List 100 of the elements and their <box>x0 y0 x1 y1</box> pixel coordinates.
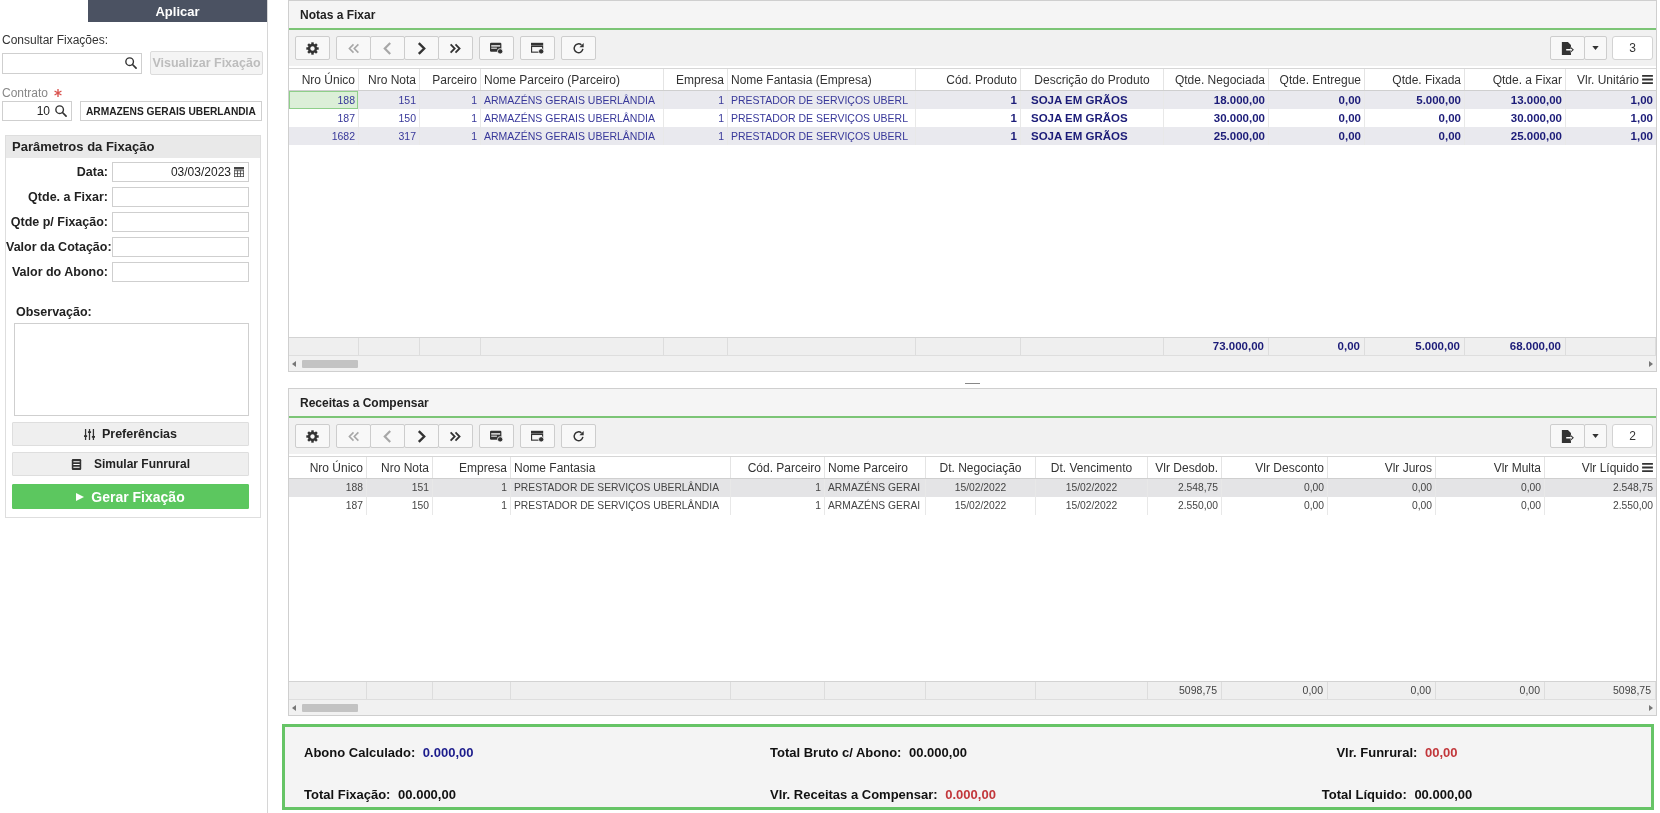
observation-field[interactable] <box>14 323 249 416</box>
toolbar-button[interactable] <box>520 424 555 448</box>
column-header[interactable]: Nro Único <box>289 69 359 90</box>
column-header[interactable]: Empresa <box>433 457 511 478</box>
calendar-icon[interactable] <box>234 167 244 177</box>
scroll-left-icon[interactable] <box>292 360 296 367</box>
table-cell: SOJA EM GRÃOS <box>1021 91 1164 109</box>
column-header[interactable]: Vlr Multa <box>1436 457 1545 478</box>
column-header[interactable]: Qtde. a Fixar <box>1465 69 1566 90</box>
table-cell: PRESTADOR DE SERVIÇOS UBERL <box>728 127 916 145</box>
scrollbar-thumb[interactable] <box>302 703 358 712</box>
preferences-button[interactable]: Preferências <box>12 422 249 446</box>
column-header[interactable]: Vlr. Unitário <box>1566 69 1656 90</box>
card-icon <box>490 41 503 55</box>
column-header[interactable]: Nome Parceiro <box>825 457 926 478</box>
input-field[interactable] <box>112 212 249 232</box>
next-page-button[interactable] <box>404 36 439 60</box>
column-header[interactable]: Qtde. Negociada <box>1164 69 1269 90</box>
column-header[interactable]: Qtde. Entregue <box>1269 69 1365 90</box>
search-icon[interactable] <box>125 57 137 69</box>
table-cell: ARMAZÉNS GERAIS UBERLÂNDIA <box>481 127 664 145</box>
column-header[interactable]: Vlr Desconto <box>1222 457 1328 478</box>
column-header[interactable]: Cód. Produto <box>916 69 1021 90</box>
refresh-button[interactable] <box>561 36 596 60</box>
input-field[interactable] <box>112 187 249 207</box>
column-header[interactable]: Nro Nota <box>359 69 420 90</box>
input-field[interactable] <box>112 262 249 282</box>
contract-name-field[interactable]: ARMAZENS GERAIS UBERLANDIA <box>80 101 262 121</box>
column-header[interactable]: Nro Nota <box>367 457 433 478</box>
dropdown-button[interactable] <box>1584 424 1607 448</box>
export-button[interactable] <box>1550 424 1585 448</box>
table-cell: PRESTADOR DE SERVIÇOS UBERLÂNDIA <box>511 497 731 515</box>
refresh-button[interactable] <box>561 424 596 448</box>
column-header[interactable]: Qtde. Fixada <box>1365 69 1465 90</box>
table-cell: 2.550,00 <box>1148 497 1222 515</box>
table-cell: 1 <box>420 127 481 145</box>
summary-label: Abono Calculado: <box>304 744 416 760</box>
column-header[interactable]: Nome Fantasia (Empresa) <box>728 69 916 90</box>
date-field[interactable]: 03/03/2023 <box>112 162 249 182</box>
summary-label: Vlr. Receitas a Compensar: <box>770 786 938 802</box>
field-label: Data: <box>75 165 108 179</box>
table-cell: 0,00 <box>1222 479 1328 497</box>
column-header[interactable]: Nro Único <box>289 457 367 478</box>
dropdown-button[interactable] <box>1584 36 1607 60</box>
summary-value: 00,00 <box>1425 744 1458 760</box>
sliders-icon <box>83 428 95 440</box>
scroll-left-icon[interactable] <box>292 704 296 711</box>
column-header[interactable]: Descrição do Produto <box>1021 69 1164 90</box>
input-field[interactable] <box>112 237 249 257</box>
settings-icon <box>306 429 319 443</box>
column-header[interactable]: Nome Parceiro (Parceiro) <box>481 69 664 90</box>
settings-button[interactable] <box>295 424 330 448</box>
refresh-icon <box>572 429 585 443</box>
toolbar-button[interactable] <box>479 424 514 448</box>
splitter-handle[interactable] <box>965 382 980 384</box>
file-arrow-icon <box>1561 429 1574 443</box>
apply-button[interactable]: Aplicar <box>88 0 267 22</box>
table-cell: 151 <box>367 479 433 497</box>
next-page-button[interactable] <box>404 424 439 448</box>
last-page-button[interactable] <box>438 36 473 60</box>
column-header[interactable]: Parceiro <box>420 69 481 90</box>
table-cell: ARMAZÉNS GERAI <box>825 479 926 497</box>
table-cell: 13.000,00 <box>1465 91 1566 109</box>
field-label: Consultar Fixações: <box>2 33 109 47</box>
summary-label: Total Líquido: <box>1321 786 1407 802</box>
table-cell: ARMAZÉNS GERAI <box>825 497 926 515</box>
search-icon[interactable] <box>55 105 67 117</box>
column-header[interactable]: Cód. Parceiro <box>731 457 825 478</box>
simulate-button[interactable]: Simular Funrural <box>12 452 249 476</box>
menu-icon[interactable] <box>1642 75 1653 84</box>
horizontal-scrollbar[interactable] <box>289 355 1656 371</box>
column-header[interactable]: Nome Fantasia <box>511 457 731 478</box>
menu-icon[interactable] <box>1642 463 1653 472</box>
panel-title: Notas a Fixar <box>300 7 376 22</box>
toolbar-button[interactable] <box>479 36 514 60</box>
column-header[interactable]: Vlr Líquido <box>1545 457 1656 478</box>
scrollbar-thumb[interactable] <box>302 359 358 368</box>
export-button[interactable] <box>1550 36 1585 60</box>
table-cell: 188 <box>289 91 359 109</box>
table-cell: 0,00 <box>1436 479 1545 497</box>
column-header[interactable]: Vlr Juros <box>1328 457 1436 478</box>
scroll-right-icon[interactable] <box>1649 704 1653 711</box>
search-field[interactable] <box>2 52 142 74</box>
table-cell: ARMAZÉNS GERAIS UBERLÂNDIA <box>481 91 664 109</box>
last-page-button[interactable] <box>438 424 473 448</box>
document-icon <box>71 458 82 470</box>
table-cell: 188 <box>289 479 367 497</box>
column-header[interactable]: Empresa <box>664 69 728 90</box>
field-label: Qtde. a Fixar: <box>27 190 108 204</box>
contract-code-field[interactable]: 10 <box>2 101 72 121</box>
column-header[interactable]: Dt. Negociação <box>926 457 1036 478</box>
horizontal-scrollbar[interactable] <box>289 699 1656 715</box>
scroll-right-icon[interactable] <box>1649 360 1653 367</box>
panel-title: Receitas a Compensar <box>300 395 429 410</box>
table-cell: 25.000,00 <box>1465 127 1566 145</box>
chevron-right-icon <box>415 429 428 443</box>
settings-button[interactable] <box>295 36 330 60</box>
toolbar-button[interactable] <box>520 36 555 60</box>
column-header[interactable]: Vlr Desdob. <box>1148 457 1222 478</box>
column-header[interactable]: Dt. Vencimento <box>1036 457 1148 478</box>
